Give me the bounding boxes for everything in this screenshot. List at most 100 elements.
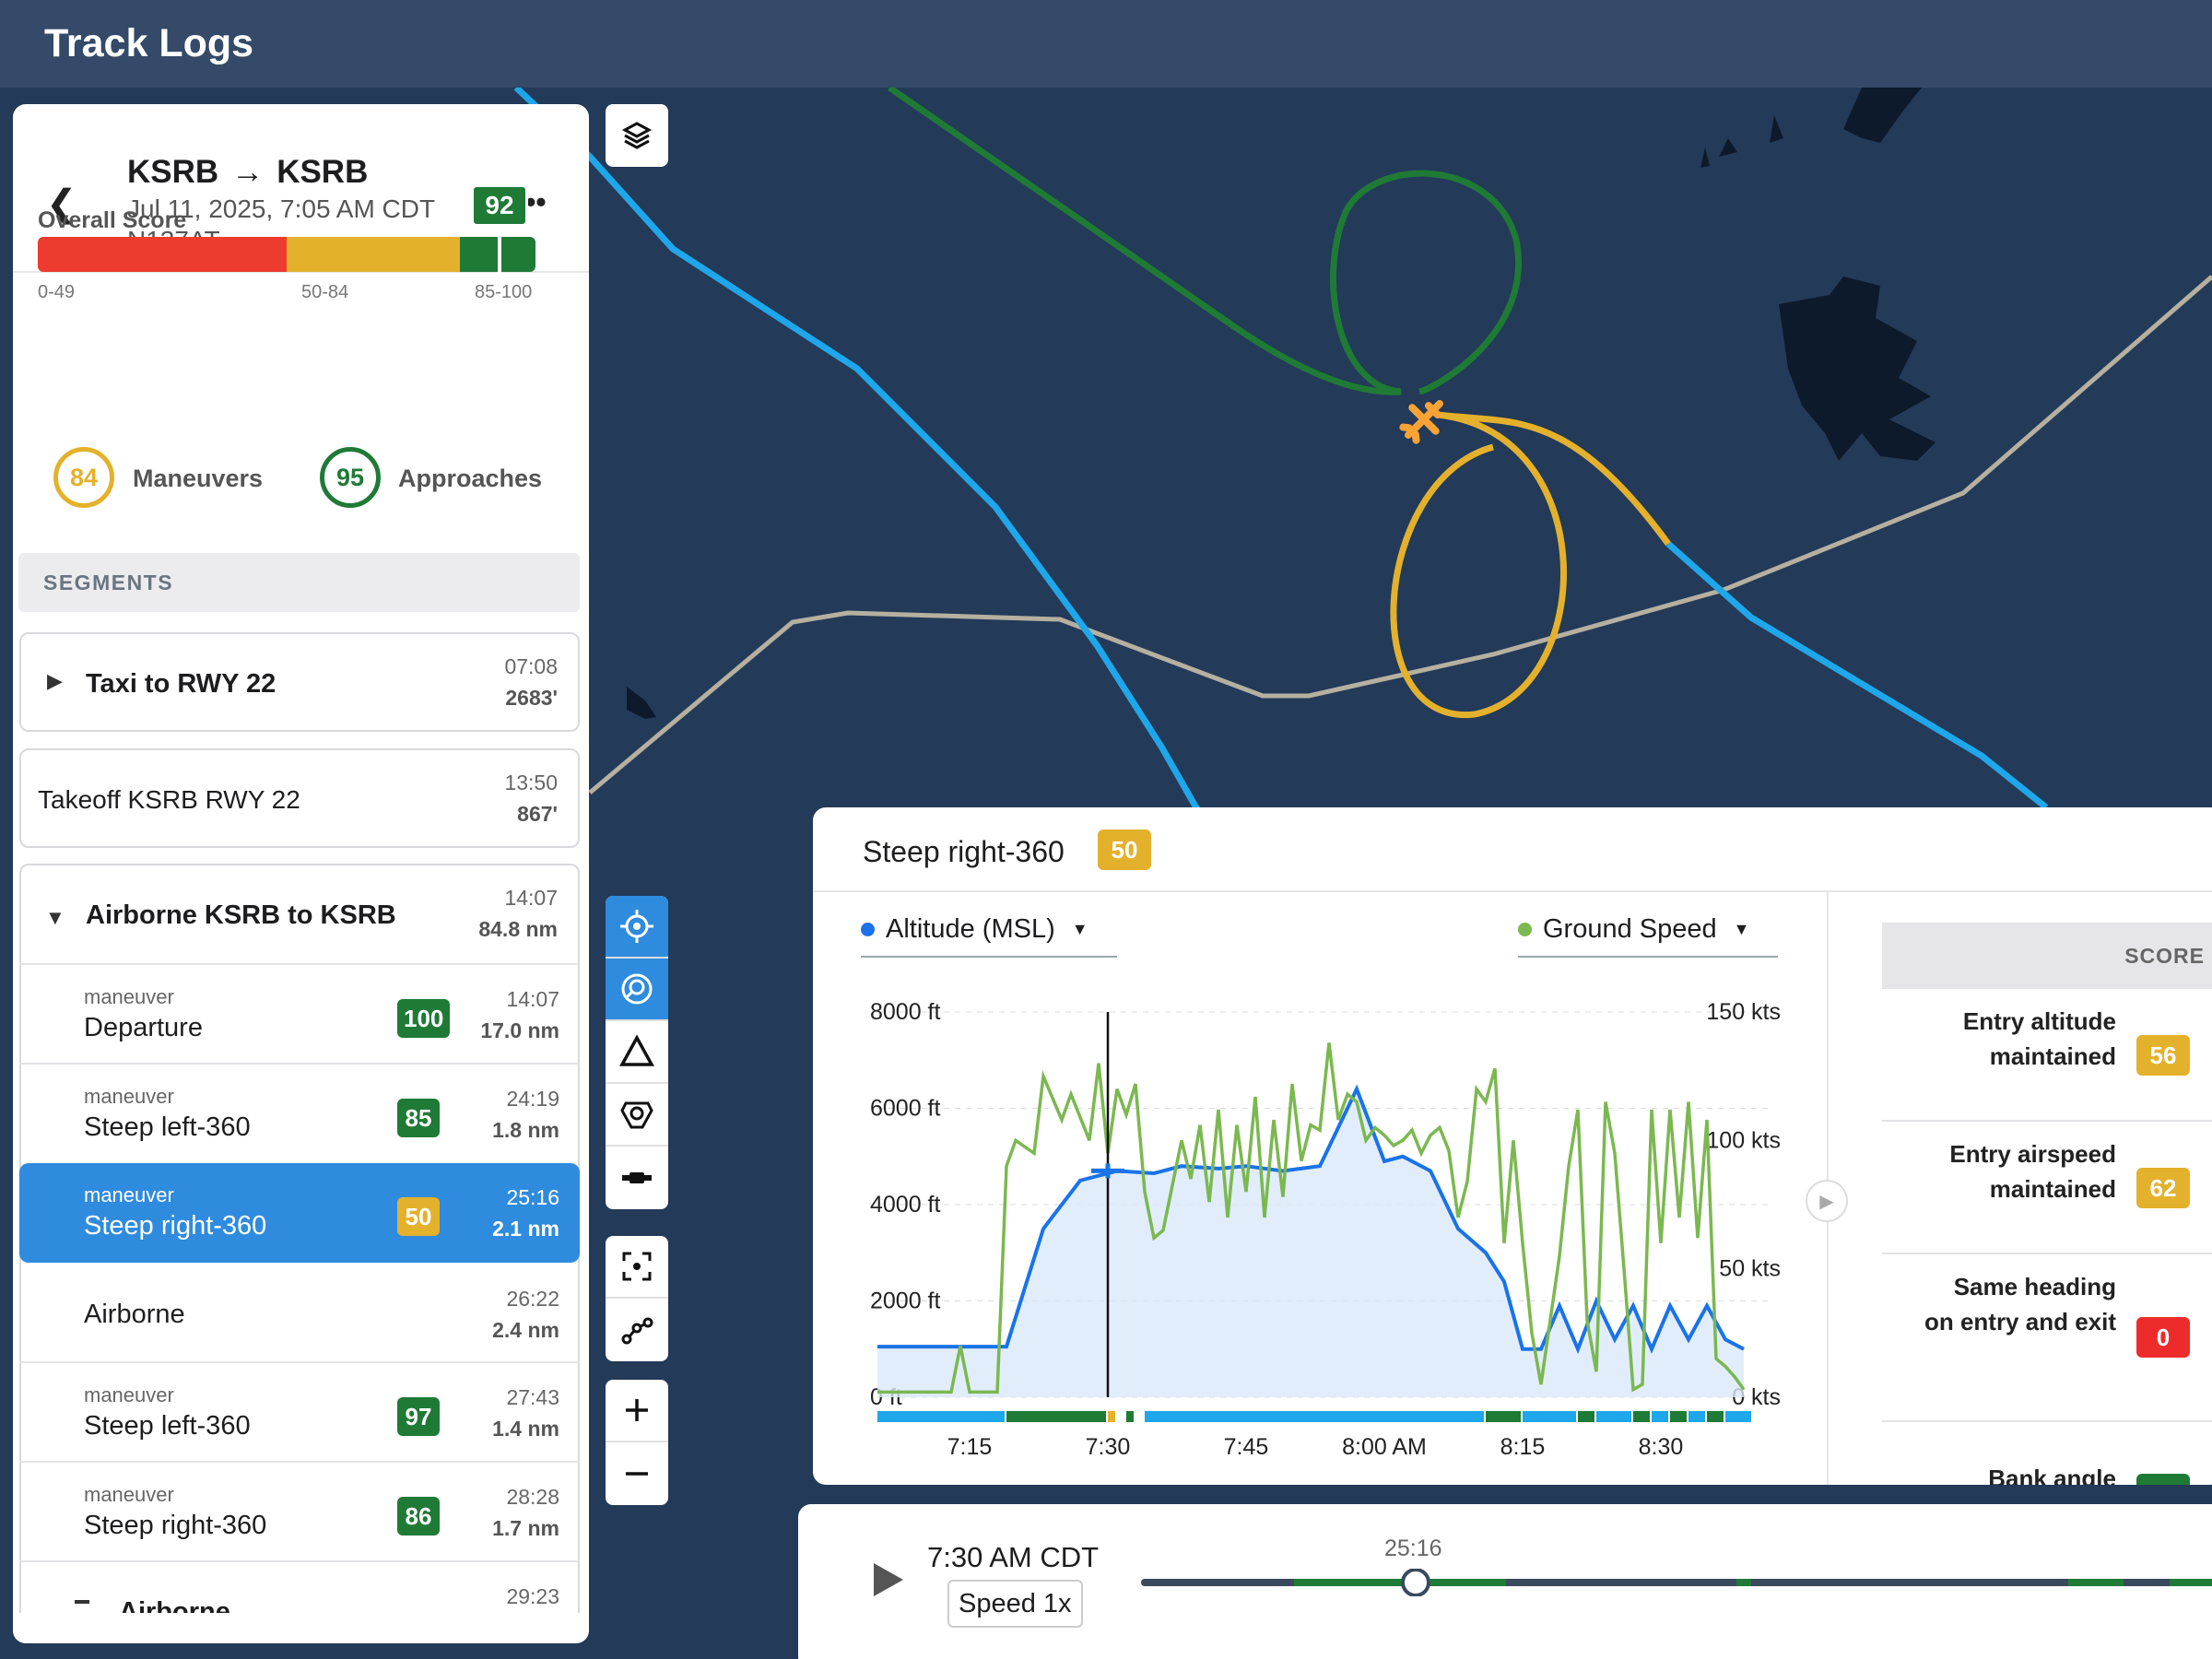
caret-down-icon[interactable]: ▼ xyxy=(45,906,65,930)
criterion-label: Entry altitude maintained xyxy=(1962,1007,2116,1070)
item-time: 24:19 xyxy=(506,1087,559,1111)
item-name: Steep right-360 xyxy=(84,1511,267,1540)
overall-score-label: Overall Score xyxy=(38,207,187,233)
ground-speed-select[interactable]: Ground Speed ▼ xyxy=(1518,914,1778,958)
item-type: maneuver xyxy=(84,1085,174,1108)
overall-score-badge: 92 xyxy=(471,184,528,227)
playback-position: 25:16 xyxy=(1384,1535,1442,1561)
zoom-out-icon[interactable] xyxy=(606,1442,668,1505)
track-up-icon[interactable] xyxy=(606,959,668,1021)
segment-strip xyxy=(1145,1411,1484,1422)
segment-strip xyxy=(1486,1411,1521,1422)
segment-card-taxi[interactable]: ▶ Taxi to RWY 22 07:08 2683' xyxy=(19,632,580,732)
caret-right-icon[interactable]: ▶ xyxy=(47,669,63,693)
expand-arrow-icon[interactable]: ▶ xyxy=(1806,1180,1848,1222)
maneuver-item-steep-right-2[interactable]: maneuver Steep right-360 86 28:28 1.7 nm xyxy=(19,1463,580,1562)
x-tick: 7:15 xyxy=(947,1434,993,1460)
item-name: Airborne xyxy=(84,1300,185,1329)
score-bar-yellow xyxy=(287,237,460,272)
locate-target-icon[interactable] xyxy=(606,896,668,959)
chevron-down-icon: ▼ xyxy=(1071,920,1088,938)
segment-strip xyxy=(1688,1411,1705,1422)
origin-airport: KSRB xyxy=(127,154,219,190)
timeline-thumb[interactable] xyxy=(1401,1569,1430,1596)
runway-icon[interactable] xyxy=(606,1147,668,1209)
segment-item-airborne-2[interactable]: Airborne 29:23 xyxy=(19,1562,580,1613)
item-distance: 1.4 nm xyxy=(492,1417,559,1441)
range-high: 85-100 xyxy=(475,282,533,302)
criterion-label: Bank angle xyxy=(1988,1465,2116,1485)
criterion-score xyxy=(2136,1474,2190,1485)
maneuver-item-steep-left[interactable]: maneuver Steep left-360 85 24:19 1.8 nm xyxy=(19,1065,580,1164)
segment-name[interactable]: Airborne KSRB to KSRB xyxy=(86,900,396,931)
item-score-badge: 86 xyxy=(397,1497,440,1535)
item-name: Steep left-360 xyxy=(84,1112,251,1142)
maneuver-item-steep-left-2[interactable]: maneuver Steep left-360 97 27:43 1.4 nm xyxy=(19,1363,580,1463)
item-type: maneuver xyxy=(84,1183,174,1206)
item-score-badge: 97 xyxy=(397,1397,440,1436)
segment-distance: 2683' xyxy=(505,686,558,710)
segment-strip xyxy=(1523,1411,1576,1422)
triangle-icon[interactable] xyxy=(606,1021,668,1084)
segment-name: Takeoff KSRB RWY 22 xyxy=(38,785,300,814)
x-tick: 7:30 xyxy=(1086,1434,1131,1460)
x-tick: 7:45 xyxy=(1224,1434,1269,1460)
segment-strip xyxy=(1633,1411,1650,1422)
maneuvers-score-ring: 84 xyxy=(53,447,114,508)
playback-bar: 7:30 AM CDT Speed 1x 25:16 xyxy=(798,1504,2212,1659)
item-type: maneuver xyxy=(84,1483,174,1506)
item-distance: 2.4 nm xyxy=(492,1318,559,1342)
item-distance: 2.1 nm xyxy=(492,1217,559,1241)
speed-button[interactable]: Speed 1x xyxy=(947,1580,1083,1628)
route: KSRB → KSRB xyxy=(127,154,368,191)
altitude-select[interactable]: Altitude (MSL) ▼ xyxy=(861,914,1117,958)
maneuver-item-steep-right-selected[interactable]: maneuver Steep right-360 50 25:16 2.1 nm xyxy=(19,1163,580,1263)
layers-icon[interactable] xyxy=(606,104,668,167)
y-left-tick: 4000 ft xyxy=(870,1192,941,1218)
criterion-row[interactable]: Bank angle xyxy=(1882,1422,2212,1485)
item-time: 14:07 xyxy=(506,987,559,1011)
criterion-label: Entry airspeed maintained xyxy=(1949,1140,2116,1203)
airport-icon[interactable] xyxy=(606,1084,668,1147)
measure-icon[interactable] xyxy=(606,1299,668,1361)
y-right-tick: 150 kts xyxy=(1706,999,1781,1025)
criterion-row[interactable]: Same heading on entry and exit 0 xyxy=(1882,1254,2212,1422)
item-score-badge: 100 xyxy=(397,999,451,1038)
maneuver-item-departure[interactable]: maneuver Departure 100 14:07 17.0 nm xyxy=(19,965,580,1065)
segment-time: 07:08 xyxy=(504,654,558,678)
segment-name: Taxi to RWY 22 xyxy=(86,669,276,699)
item-type: maneuver xyxy=(84,985,174,1008)
segment-item-airborne[interactable]: Airborne 26:22 2.4 nm xyxy=(19,1265,580,1364)
segment-strip xyxy=(1725,1411,1751,1422)
legend-dot-speed xyxy=(1518,923,1532,936)
score-marker xyxy=(498,227,501,275)
maneuvers-label: Maneuvers xyxy=(133,465,264,492)
play-icon[interactable] xyxy=(870,1559,907,1600)
criterion-row[interactable]: Entry altitude maintained 56 xyxy=(1882,989,2212,1122)
detail-score-badge: 50 xyxy=(1098,830,1151,870)
zoom-in-icon[interactable] xyxy=(606,1380,668,1442)
app-title: Track Logs xyxy=(44,21,254,65)
segment-strip xyxy=(1578,1411,1594,1422)
segment-strip xyxy=(1652,1411,1668,1422)
layers-toolbar xyxy=(606,104,668,167)
item-name: Airborne xyxy=(119,1597,230,1613)
fit-view-icon[interactable] xyxy=(606,1236,668,1299)
range-low: 0-49 xyxy=(38,282,76,302)
segment-strip xyxy=(1596,1411,1631,1422)
item-score-badge: 50 xyxy=(397,1197,440,1236)
score-bar xyxy=(38,237,535,272)
altitude-area xyxy=(877,1088,1744,1397)
segment-card-takeoff[interactable]: Takeoff KSRB RWY 22 13:50 867' xyxy=(19,748,580,848)
altitude-speed-chart[interactable]: 0 ft2000 ft4000 ft6000 ft8000 ft0 kts50 … xyxy=(813,992,1827,1471)
item-time: 28:28 xyxy=(506,1485,559,1509)
y-right-tick: 100 kts xyxy=(1706,1127,1781,1153)
timeline-slider[interactable] xyxy=(1137,1569,2212,1596)
item-distance: 17.0 nm xyxy=(480,1018,559,1042)
y-left-tick: 6000 ft xyxy=(870,1096,941,1122)
segment-time: 13:50 xyxy=(504,771,558,794)
item-time: 29:23 xyxy=(506,1584,559,1608)
approaches-label: Approaches xyxy=(398,465,543,492)
segment-distance: 867' xyxy=(517,802,558,826)
criterion-row[interactable]: Entry airspeed maintained 62 xyxy=(1882,1122,2212,1254)
